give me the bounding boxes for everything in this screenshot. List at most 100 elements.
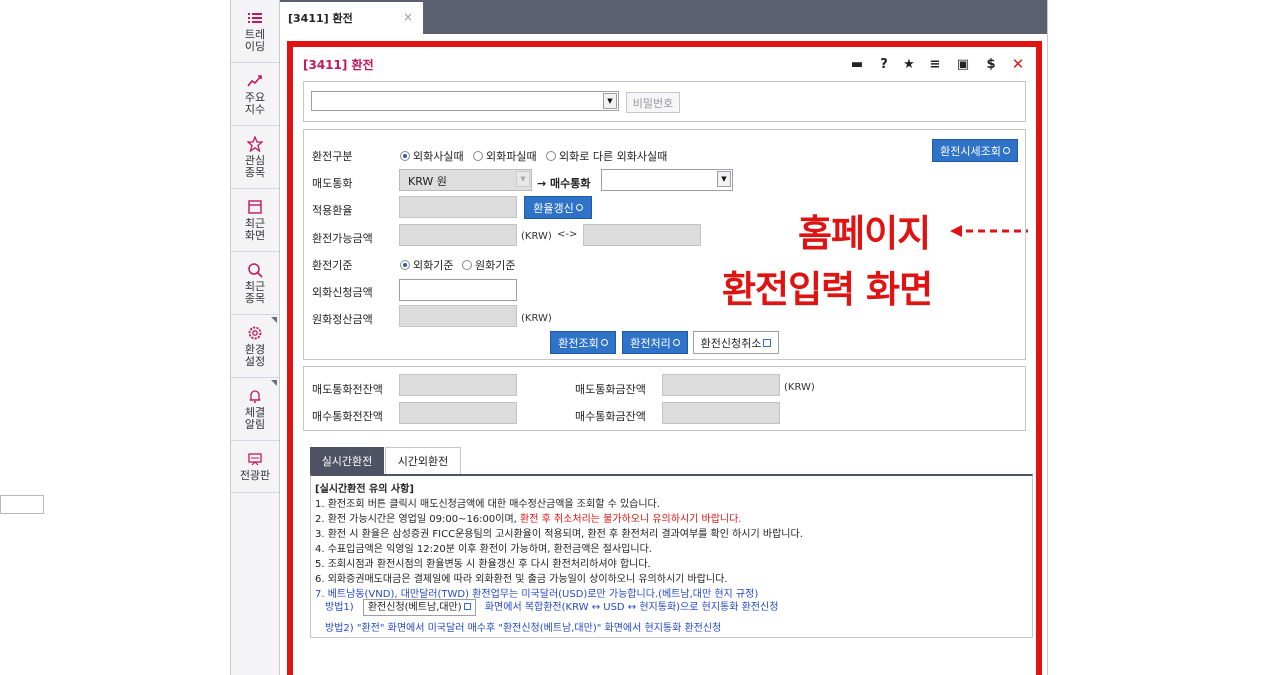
- available-amount-label: 환전가능금액: [312, 232, 373, 245]
- radio-fx-to-fx[interactable]: 외화로 다른 외화사실때: [546, 148, 667, 164]
- sidebar-item-label: 최근화면: [244, 216, 266, 242]
- notice-title: [실시간환전 유의 사항]: [315, 484, 414, 495]
- fx-apply-input[interactable]: [399, 279, 517, 301]
- rate-inquiry-button[interactable]: 환전시세조회: [932, 139, 1018, 162]
- buy-currency-label: → 매수통화: [537, 177, 591, 190]
- buy-amt-balance-field: [662, 402, 780, 424]
- chat-icon[interactable]: ▬: [849, 56, 865, 72]
- cancel-request-button[interactable]: 환전신청취소: [693, 331, 779, 354]
- sidebar-item-label: 체결알림: [244, 405, 266, 431]
- close-icon[interactable]: ✕: [1010, 55, 1026, 73]
- buy-pre-balance-label: 매수통화전잔액: [312, 410, 383, 423]
- radio-krw-basis[interactable]: 원화기준: [462, 257, 515, 273]
- buy-currency-select[interactable]: ▼: [601, 169, 733, 191]
- sidebar-item-trading[interactable]: 트레이딩: [231, 0, 279, 63]
- available-amount-fx-field: [583, 224, 701, 246]
- sidebar-item-watchlist[interactable]: 관심종목: [231, 126, 279, 189]
- tab-exchange[interactable]: [3411] 환전 ×: [280, 2, 423, 34]
- notice-method2: 방법2) "환전" 화면에서 미국달러 매수후 "환전신청(베트남,대만)" 화…: [325, 623, 722, 634]
- krw-settle-label: 원화정산금액: [312, 313, 373, 326]
- annotation-line1: 홈페이지: [798, 212, 931, 255]
- search-icon: [248, 262, 263, 278]
- board-icon: [248, 453, 262, 466]
- sidebar-item-settings[interactable]: 환경설정: [231, 315, 279, 378]
- account-select[interactable]: ▼: [311, 91, 619, 111]
- arrow-left-icon: [950, 225, 1028, 237]
- list-icon: [248, 12, 262, 23]
- sidebar-item-label: 전광판: [239, 469, 271, 482]
- sidebar-item-board[interactable]: 전광판: [231, 441, 279, 493]
- sidebar-item-label: 트레이딩: [244, 27, 266, 53]
- inquiry-button[interactable]: 환전조회: [550, 331, 616, 354]
- corner-marker: [271, 380, 277, 386]
- vietnam-taiwan-request-button[interactable]: 환전신청(베트남,대만): [362, 599, 476, 616]
- divider: [1047, 0, 1048, 675]
- radio-sell-fx[interactable]: 외화파실때: [473, 148, 537, 164]
- sidebar-item-alerts[interactable]: 체결알림: [231, 378, 279, 441]
- fx-apply-label: 외화신청금액: [312, 286, 373, 299]
- applied-rate-field: [399, 196, 517, 218]
- sell-pre-balance-label: 매도통화전잔액: [312, 383, 383, 396]
- sell-balance-unit: (KRW): [784, 382, 815, 393]
- tab-bar: [3411] 환전 ×: [280, 0, 1048, 34]
- tree-icon[interactable]: ≡: [927, 56, 943, 72]
- exchange-type-label: 환전구분: [312, 150, 353, 163]
- sidebar-item-indices[interactable]: 주요지수: [231, 63, 279, 126]
- star-icon: [247, 135, 263, 152]
- chevron-down-icon: ▼: [717, 171, 731, 187]
- notice-line: 2. 환전 가능시간은 영업일 09:00~16:00이며, 환전 후 취소처리…: [315, 514, 742, 525]
- annotation-line2: 환전입력 화면: [722, 268, 933, 311]
- swap-symbol: <->: [557, 229, 578, 240]
- window-icon: [248, 199, 262, 214]
- notice-line: 5. 조회시점과 환전시점의 환율변동 시 환율갱신 후 다시 환전처리하셔야 …: [315, 559, 651, 570]
- star-icon[interactable]: ★: [901, 56, 917, 72]
- sell-currency-label: 매도통화: [312, 177, 353, 190]
- basis-label: 환전기준: [312, 259, 353, 272]
- applied-rate-label: 적용환율: [312, 204, 353, 217]
- tab-after-hours[interactable]: 시간외환전: [385, 447, 461, 474]
- notice-method1: 방법1) 환전신청(베트남,대만) 화면에서 복합환전(KRW ↔ USD ↔ …: [325, 598, 778, 616]
- process-button[interactable]: 환전처리: [622, 331, 688, 354]
- sidebar-code-input[interactable]: [0, 495, 44, 514]
- sell-amt-balance-label: 매도통화금잔액: [575, 383, 646, 396]
- notice-panel: [실시간환전 유의 사항] 1. 환전조회 버튼 클릭시 매도신청금액에 대한 …: [310, 474, 1033, 638]
- sidebar-item-recent-screens[interactable]: 최근화면: [231, 189, 279, 252]
- krw-settle-unit: (KRW): [521, 313, 552, 324]
- available-amount-field: [399, 224, 517, 246]
- sell-pre-balance-field: [399, 374, 517, 396]
- corner-marker: [271, 317, 277, 323]
- window-title: [3411] 환전: [303, 58, 374, 72]
- available-unit: (KRW): [521, 231, 552, 242]
- notice-line: 3. 환전 시 환율은 삼성증권 FICC운용팀의 고시환율이 적용되며, 환전…: [315, 529, 803, 540]
- exchange-window: [3411] 환전 ▬ ? ★ ≡ ▣ $ ✕ ▼ 비밀번호 환전구분 외화사실…: [287, 41, 1042, 675]
- sidebar-item-recent-stocks[interactable]: 최근종목: [231, 252, 279, 315]
- chart-line-icon: [247, 74, 262, 86]
- radio-fx-basis[interactable]: 외화기준: [400, 257, 453, 273]
- chevron-down-icon: ▼: [603, 93, 617, 109]
- radio-buy-fx[interactable]: 외화사실때: [400, 148, 464, 164]
- sidebar-item-label: 최근종목: [244, 279, 266, 305]
- balance-panel: 매도통화전잔액 매도통화금잔액 (KRW) 매수통화전잔액 매수통화금잔액: [303, 366, 1026, 431]
- close-icon[interactable]: ×: [403, 10, 413, 24]
- buy-amt-balance-label: 매수통화금잔액: [575, 410, 646, 423]
- sell-currency-value: KRW 원: [408, 175, 447, 188]
- sidebar-item-label: 환경설정: [244, 342, 266, 368]
- chevron-down-icon: ▼: [516, 171, 530, 187]
- sidebar-item-label: 주요지수: [244, 90, 266, 116]
- krw-settle-field: [399, 305, 517, 327]
- tab-realtime[interactable]: 실시간환전: [310, 447, 384, 474]
- gear-icon: [248, 326, 262, 339]
- notice-line: 6. 외화증권매도대금은 결제일에 따라 외화환전 및 출금 가능일이 상이하오…: [315, 574, 728, 585]
- help-icon[interactable]: ?: [876, 56, 892, 72]
- sidebar-item-label: 관심종목: [244, 153, 266, 179]
- refresh-rate-button[interactable]: 환율갱신: [524, 196, 592, 219]
- save-icon[interactable]: ▣: [955, 56, 971, 72]
- dollar-icon[interactable]: $: [983, 56, 999, 72]
- notice-line: 1. 환전조회 버튼 클릭시 매도신청금액에 대한 매수정산금액을 조회할 수 …: [315, 499, 660, 510]
- sell-amt-balance-field: [662, 374, 780, 396]
- password-field[interactable]: 비밀번호: [626, 92, 680, 113]
- screen: 트레이딩 주요지수 관심종목 최근화면 최근종목 환경설정 체결알림 전광판 […: [0, 0, 1280, 675]
- bell-icon: [249, 389, 261, 403]
- sidebar: 트레이딩 주요지수 관심종목 최근화면 최근종목 환경설정 체결알림 전광판: [230, 0, 280, 675]
- sell-currency-select[interactable]: KRW 원 ▼: [399, 169, 532, 191]
